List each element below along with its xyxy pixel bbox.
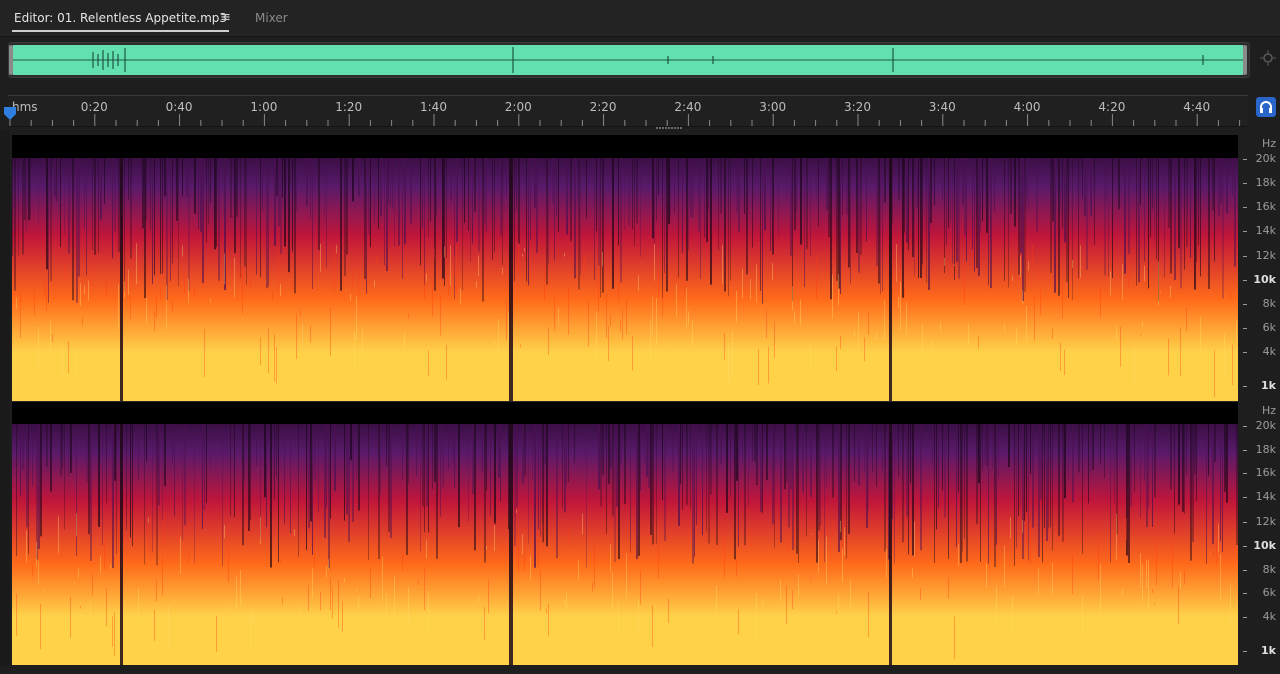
frequency-unit-label: Hz [1261, 137, 1276, 150]
frequency-tick [1243, 522, 1247, 523]
time-ruler-label: 4:00 [1013, 100, 1041, 114]
playhead-marker-icon[interactable] [3, 106, 17, 122]
frequency-label: 8k [1262, 563, 1276, 576]
frequency-label: 4k [1262, 610, 1276, 623]
time-ruler-label: 0:40 [165, 100, 193, 114]
frequency-tick [1243, 328, 1247, 329]
tab-mixer[interactable]: Mixer [255, 11, 288, 25]
frequency-tick [1243, 450, 1247, 451]
time-ruler-label: 3:20 [844, 100, 871, 114]
left-channel-gutter [0, 130, 10, 666]
frequency-tick [1243, 280, 1247, 281]
frequency-unit-label: Hz [1261, 404, 1276, 417]
time-ruler-label: 1:00 [250, 100, 278, 114]
frequency-label: 4k [1262, 345, 1276, 358]
frequency-label: 14k [1255, 490, 1276, 503]
time-ruler-label: 4:40 [1183, 100, 1211, 114]
overview-waveform [13, 45, 1243, 75]
panel-resize-grip[interactable] [655, 126, 683, 130]
frequency-tick [1243, 183, 1247, 184]
frequency-label: 6k [1262, 321, 1276, 334]
overview-navigator[interactable] [8, 42, 1250, 78]
time-ruler-label: 4:20 [1098, 100, 1126, 114]
frequency-label: 18k [1255, 176, 1276, 189]
time-ruler[interactable]: hms 0:20 0:40 1:00 1:20 1:40 2:00 2:20 2:40 3:00… [8, 95, 1248, 127]
frequency-tick [1243, 593, 1247, 594]
tab-editor[interactable]: Editor: 01. Relentless Appetite.mp3 [14, 11, 227, 25]
editor-tab-bar: Editor: 01. Relentless Appetite.mp3 ≡ Mi… [0, 0, 1280, 37]
panel-menu-icon[interactable]: ≡ [220, 11, 231, 25]
frequency-tick [1243, 570, 1247, 571]
frequency-tick [1243, 473, 1247, 474]
zoom-navigator-icon[interactable] [1260, 50, 1276, 66]
frequency-tick [1243, 546, 1247, 547]
frequency-label: 12k [1255, 249, 1276, 262]
frequency-label: 16k [1255, 200, 1276, 213]
headphones-icon[interactable] [1256, 97, 1276, 117]
spectrogram-channel-left[interactable] [12, 135, 1238, 401]
spectrogram-channel-right[interactable] [12, 402, 1238, 665]
frequency-label: 1k [1261, 379, 1276, 392]
frequency-tick [1243, 651, 1247, 652]
time-ruler-ticks [9, 114, 1241, 126]
overview-right-handle[interactable] [1243, 45, 1247, 75]
frequency-label: 14k [1255, 224, 1276, 237]
frequency-tick [1243, 617, 1247, 618]
time-ruler-label: 1:40 [420, 100, 447, 114]
frequency-label: 10k [1253, 539, 1276, 552]
frequency-label: 8k [1262, 297, 1276, 310]
frequency-tick [1243, 256, 1247, 257]
frequency-tick [1243, 207, 1247, 208]
time-ruler-label: 0:20 [80, 100, 108, 114]
active-tab-underline [12, 30, 229, 32]
frequency-tick [1243, 386, 1247, 387]
overview-left-handle[interactable] [9, 45, 13, 75]
frequency-label: 18k [1255, 443, 1276, 456]
frequency-label: 6k [1262, 586, 1276, 599]
time-ruler-label: 2:40 [674, 100, 702, 114]
frequency-tick [1243, 159, 1247, 160]
frequency-tick [1243, 352, 1247, 353]
time-ruler-label: 2:00 [504, 100, 532, 114]
time-ruler-label: 3:00 [759, 100, 787, 114]
frequency-label: 16k [1255, 466, 1276, 479]
time-ruler-label: 3:40 [928, 100, 956, 114]
frequency-label: 12k [1255, 515, 1276, 528]
frequency-label: 20k [1255, 419, 1276, 432]
frequency-axis-right: Hz 20k 18k 16k 14k 12k 10k 8k 6k 4k 1k [1240, 402, 1280, 666]
time-ruler-label: 2:20 [589, 100, 617, 114]
frequency-label: 10k [1253, 273, 1276, 286]
frequency-tick [1243, 426, 1247, 427]
time-ruler-label: 1:20 [335, 100, 363, 114]
frequency-tick [1243, 231, 1247, 232]
frequency-axis-left: Hz 20k 18k 16k 14k 12k 10k 8k 6k 4k 1k [1240, 135, 1280, 401]
frequency-label: 1k [1261, 644, 1276, 657]
frequency-tick [1243, 497, 1247, 498]
frequency-tick [1243, 304, 1247, 305]
frequency-label: 20k [1255, 152, 1276, 165]
